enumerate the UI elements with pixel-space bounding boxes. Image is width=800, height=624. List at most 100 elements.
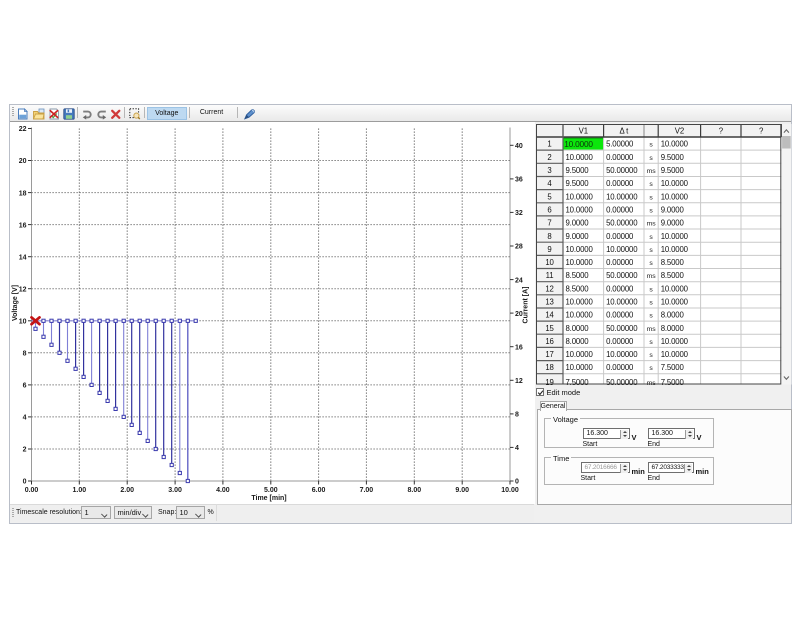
svg-text:9.5000: 9.5000 bbox=[661, 153, 685, 162]
svg-text:13: 13 bbox=[545, 298, 553, 307]
svg-text:50.00000: 50.00000 bbox=[606, 271, 638, 280]
svg-text:7.5000: 7.5000 bbox=[661, 378, 685, 385]
svg-text:17: 17 bbox=[545, 350, 553, 359]
svg-text:18: 18 bbox=[545, 363, 553, 372]
svg-text:Time [min]: Time [min] bbox=[251, 495, 286, 502]
svg-text:0.00000: 0.00000 bbox=[606, 363, 634, 372]
svg-text:8.5000: 8.5000 bbox=[661, 258, 685, 267]
svg-text:s: s bbox=[649, 155, 653, 162]
svg-text:10.00000: 10.00000 bbox=[606, 245, 638, 254]
svg-text:s: s bbox=[649, 260, 653, 267]
svg-text:0: 0 bbox=[515, 479, 519, 486]
svg-text:2: 2 bbox=[23, 447, 27, 454]
svg-text:s: s bbox=[649, 286, 653, 293]
svg-text:8.5000: 8.5000 bbox=[661, 271, 685, 280]
svg-text:ms: ms bbox=[647, 221, 657, 228]
svg-text:10: 10 bbox=[545, 258, 554, 267]
svg-text:10.0000: 10.0000 bbox=[566, 153, 594, 162]
svg-text:50.00000: 50.00000 bbox=[606, 324, 638, 333]
svg-text:8.5000: 8.5000 bbox=[566, 284, 590, 293]
svg-text:12: 12 bbox=[545, 284, 553, 293]
svg-text:6: 6 bbox=[23, 383, 27, 390]
svg-text:8: 8 bbox=[547, 232, 551, 241]
svg-text:10.0000: 10.0000 bbox=[661, 298, 689, 307]
svg-text:18: 18 bbox=[19, 190, 27, 197]
svg-text:Current [A]: Current [A] bbox=[523, 287, 530, 324]
svg-text:22: 22 bbox=[19, 126, 27, 133]
svg-text:4: 4 bbox=[23, 415, 27, 422]
svg-text:10.0000: 10.0000 bbox=[661, 337, 689, 346]
svg-text:50.00000: 50.00000 bbox=[606, 219, 638, 228]
svg-text:8.0000: 8.0000 bbox=[661, 324, 685, 333]
svg-text:Δ t: Δ t bbox=[619, 126, 629, 135]
svg-text:5.00: 5.00 bbox=[264, 487, 278, 494]
svg-text:V2: V2 bbox=[675, 126, 684, 135]
svg-text:9.5000: 9.5000 bbox=[566, 166, 590, 175]
svg-text:10.0000: 10.0000 bbox=[566, 363, 594, 372]
svg-text:12: 12 bbox=[515, 378, 523, 385]
svg-text:9.0000: 9.0000 bbox=[566, 232, 590, 241]
svg-text:10.0000: 10.0000 bbox=[566, 245, 594, 254]
svg-text:16: 16 bbox=[19, 222, 27, 229]
svg-text:10.0000: 10.0000 bbox=[661, 245, 689, 254]
svg-text:10.00000: 10.00000 bbox=[606, 192, 638, 201]
svg-text:8.0000: 8.0000 bbox=[661, 311, 685, 320]
svg-text:s: s bbox=[649, 339, 653, 346]
svg-text:1: 1 bbox=[547, 140, 551, 149]
svg-text:8.0000: 8.0000 bbox=[566, 324, 590, 333]
svg-text:0.00000: 0.00000 bbox=[606, 206, 634, 215]
svg-text:0.00000: 0.00000 bbox=[606, 284, 634, 293]
svg-text:10.0000: 10.0000 bbox=[661, 350, 689, 359]
svg-text:40: 40 bbox=[515, 143, 523, 150]
svg-text:8: 8 bbox=[515, 412, 519, 419]
svg-text:ms: ms bbox=[647, 326, 657, 333]
svg-text:9.5000: 9.5000 bbox=[661, 166, 685, 175]
svg-text:0.00000: 0.00000 bbox=[606, 258, 634, 267]
svg-text:6.00: 6.00 bbox=[312, 487, 326, 494]
svg-text:0.00000: 0.00000 bbox=[606, 179, 634, 188]
svg-text:10.0000: 10.0000 bbox=[566, 350, 594, 359]
svg-text:10.0000: 10.0000 bbox=[566, 192, 594, 201]
svg-text:4.00: 4.00 bbox=[216, 487, 230, 494]
svg-text:ms: ms bbox=[647, 273, 657, 280]
svg-text:4: 4 bbox=[515, 445, 519, 452]
svg-text:s: s bbox=[649, 300, 653, 307]
svg-text:3: 3 bbox=[547, 166, 551, 175]
svg-text:16: 16 bbox=[545, 337, 553, 346]
svg-text:0.00: 0.00 bbox=[25, 487, 39, 494]
svg-text:15: 15 bbox=[545, 324, 554, 333]
svg-text:6: 6 bbox=[547, 206, 551, 215]
svg-text:5.00000: 5.00000 bbox=[606, 140, 634, 149]
svg-text:14: 14 bbox=[545, 311, 554, 320]
svg-text:9.0000: 9.0000 bbox=[661, 206, 685, 215]
svg-text:0.00000: 0.00000 bbox=[606, 232, 634, 241]
svg-text:9.0000: 9.0000 bbox=[566, 219, 590, 228]
svg-text:7: 7 bbox=[547, 219, 551, 228]
svg-text:10.0000: 10.0000 bbox=[566, 311, 594, 320]
svg-text:16: 16 bbox=[515, 344, 523, 351]
svg-text:9.5000: 9.5000 bbox=[566, 179, 590, 188]
svg-text:9: 9 bbox=[547, 245, 551, 254]
svg-text:s: s bbox=[649, 208, 653, 215]
svg-text:12: 12 bbox=[19, 286, 27, 293]
svg-text:7.00: 7.00 bbox=[360, 487, 374, 494]
svg-text:24: 24 bbox=[515, 277, 523, 284]
svg-text:2: 2 bbox=[547, 153, 551, 162]
svg-text:10.0000: 10.0000 bbox=[566, 206, 594, 215]
svg-text:0: 0 bbox=[23, 479, 27, 486]
svg-text:3.00: 3.00 bbox=[168, 487, 182, 494]
svg-text:s: s bbox=[649, 194, 653, 201]
svg-text:s: s bbox=[649, 142, 653, 149]
svg-text:10.0000: 10.0000 bbox=[661, 179, 689, 188]
svg-text:ms: ms bbox=[647, 168, 657, 175]
svg-text:10.0000: 10.0000 bbox=[661, 192, 689, 201]
svg-text:14: 14 bbox=[19, 254, 27, 261]
svg-text:50.00000: 50.00000 bbox=[606, 378, 638, 385]
svg-text:36: 36 bbox=[515, 177, 523, 184]
svg-text:10.00000: 10.00000 bbox=[606, 298, 638, 307]
svg-text:0.00000: 0.00000 bbox=[606, 337, 634, 346]
svg-text:s: s bbox=[649, 365, 653, 372]
svg-text:50.00000: 50.00000 bbox=[606, 166, 638, 175]
svg-text:10.0000: 10.0000 bbox=[566, 298, 594, 307]
svg-text:10: 10 bbox=[19, 319, 27, 326]
